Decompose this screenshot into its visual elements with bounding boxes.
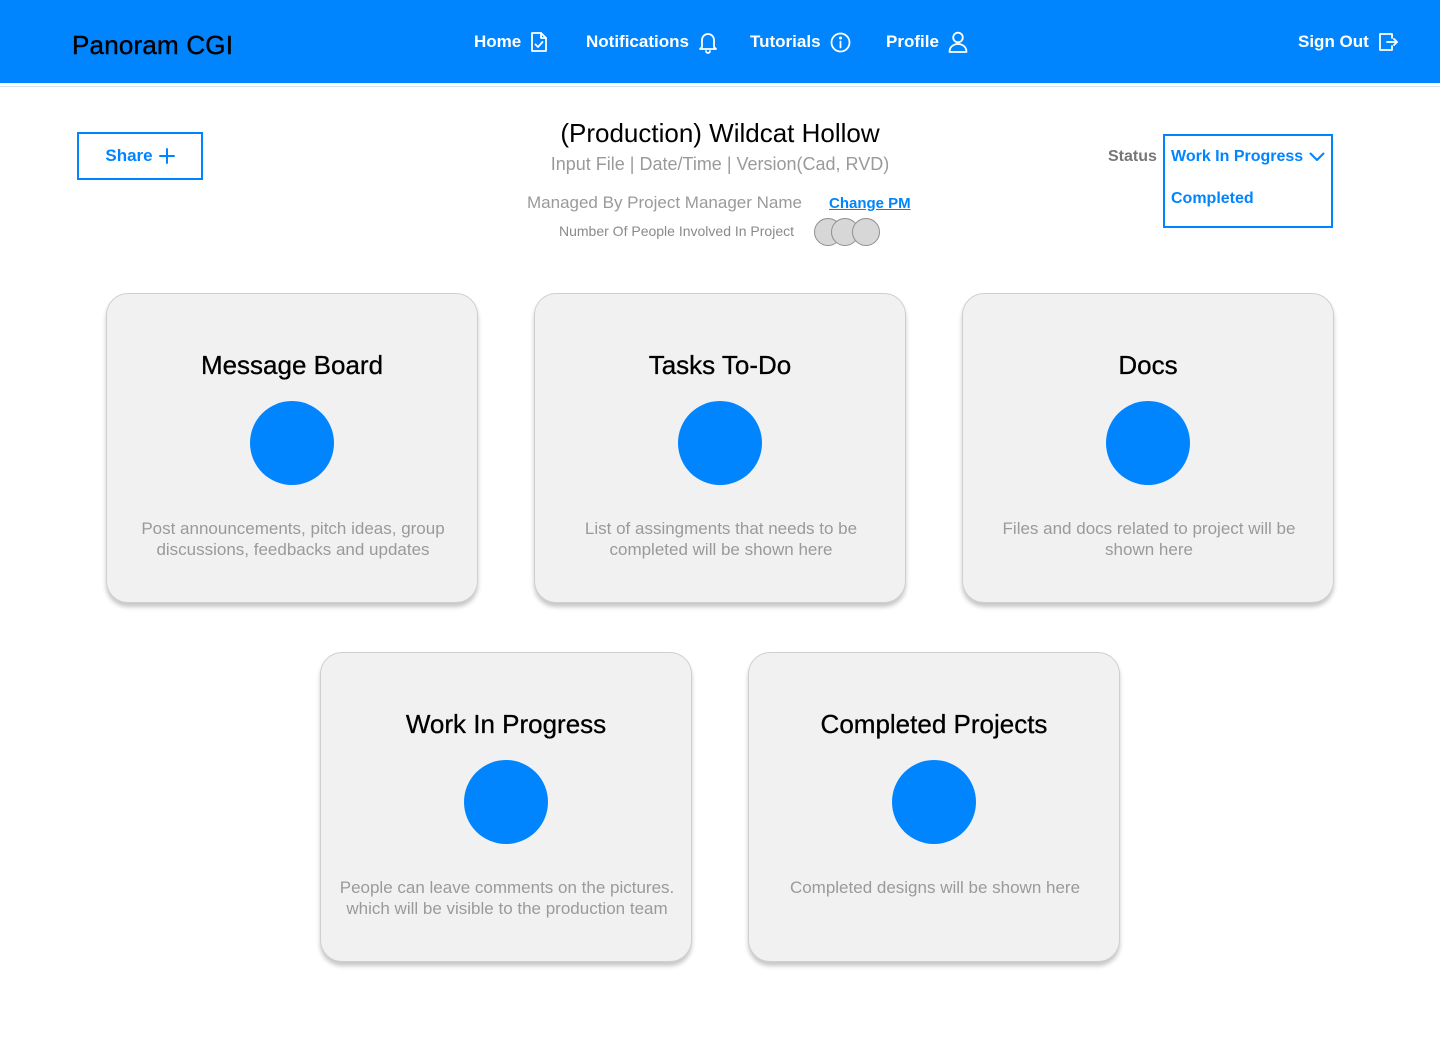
card-message-board[interactable]: Message Board Post announcements, pitch … <box>106 293 478 603</box>
card-title: Completed Projects <box>820 709 1048 739</box>
card-description: Post announcements, pitch ideas, group d… <box>141 519 445 559</box>
nav-profile[interactable]: Profile <box>886 28 968 56</box>
card-work-in-progress[interactable]: Work In Progress People can leave commen… <box>320 652 692 962</box>
status-option-completed[interactable]: Completed <box>1171 190 1254 208</box>
card-description: Completed designs will be shown here <box>789 878 1081 897</box>
card-icon-placeholder <box>892 760 976 844</box>
nav-home[interactable]: Home <box>474 28 548 56</box>
nav-tutorials[interactable]: Tutorials <box>750 28 851 56</box>
user-icon <box>948 31 968 53</box>
project-meta: Input File | Date/Time | Version(Cad, RV… <box>550 154 890 174</box>
people-count-label: Number Of People Involved In Project <box>559 223 795 239</box>
project-manager-label: Managed By Project Manager Name <box>527 193 802 212</box>
status-selected-option[interactable]: Work In Progress <box>1171 148 1325 166</box>
document-check-icon <box>531 32 548 52</box>
sign-out-button[interactable]: Sign Out <box>1298 28 1398 56</box>
card-title: Tasks To-Do <box>648 350 792 380</box>
card-tasks-to-do[interactable]: Tasks To-Do List of assingments that nee… <box>534 293 906 603</box>
nav-profile-label: Profile <box>886 32 939 51</box>
card-description: People can leave comments on the picture… <box>339 878 675 918</box>
plus-icon <box>158 148 175 164</box>
card-title: Message Board <box>200 350 384 380</box>
nav-tutorials-label: Tutorials <box>750 32 821 51</box>
nav-home-label: Home <box>474 32 522 51</box>
share-button[interactable]: Share <box>77 132 203 180</box>
change-pm-link[interactable]: Change PM <box>829 195 911 212</box>
top-navigation-bar: Panoram CGI Home Notifications Tutorials… <box>0 0 1440 83</box>
header-divider <box>0 86 1440 87</box>
card-icon-placeholder <box>1106 401 1190 485</box>
card-docs[interactable]: Docs Files and docs related to project w… <box>962 293 1334 603</box>
chevron-down-icon <box>1309 152 1325 161</box>
card-description: List of assingments that needs to be com… <box>584 519 858 559</box>
info-icon <box>830 32 850 52</box>
nav-notifications-label: Notifications <box>586 32 689 51</box>
status-label: Status <box>1108 148 1157 165</box>
card-icon-placeholder <box>678 401 762 485</box>
card-title: Work In Progress <box>405 709 607 739</box>
status-dropdown: Work In Progress Completed <box>1163 134 1333 228</box>
card-description: Files and docs related to project will b… <box>1002 519 1296 559</box>
card-icon-placeholder <box>250 401 334 485</box>
avatar[interactable] <box>852 218 880 246</box>
nav-notifications[interactable]: Notifications <box>586 28 718 56</box>
card-icon-placeholder <box>464 760 548 844</box>
status-selected-label: Work In Progress <box>1171 148 1304 165</box>
sign-out-icon <box>1378 33 1398 51</box>
sign-out-label: Sign Out <box>1298 32 1369 51</box>
card-title: Docs <box>1118 350 1178 380</box>
share-button-label: Share <box>105 146 153 165</box>
bell-icon <box>699 33 717 54</box>
project-title: (Production) Wildcat Hollow <box>560 118 880 148</box>
card-completed-projects[interactable]: Completed Projects Completed designs wil… <box>748 652 1120 962</box>
brand-logo-text[interactable]: Panoram CGI <box>72 30 233 61</box>
